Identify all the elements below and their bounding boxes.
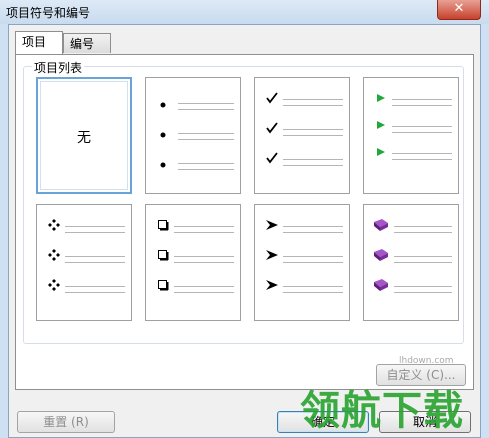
line-placeholder [392, 99, 452, 100]
arrowhead-bullet-icon [265, 248, 279, 262]
dot-bullet-icon [156, 98, 170, 112]
line-placeholder [174, 256, 234, 257]
line-placeholder [283, 135, 343, 136]
four-diamond-bullet-icon [47, 218, 61, 232]
line-placeholder [174, 262, 234, 263]
tab-numbering-label: 编号 [70, 37, 95, 51]
bullet-option-arrow[interactable] [254, 204, 350, 321]
watermark-url: lhdown.com [399, 356, 454, 366]
bullet-option-dot[interactable] [145, 77, 241, 194]
square-bullet-icon [156, 278, 170, 292]
line-placeholder [392, 159, 452, 160]
line-placeholder [283, 292, 343, 293]
square-bullet-icon [156, 218, 170, 232]
line-placeholder [178, 169, 234, 170]
reset-button-label: 重置 (R) [43, 415, 89, 429]
tab-panel: 项目列表 无 自定义 (C)... [15, 54, 474, 390]
reset-button[interactable]: 重置 (R) [17, 411, 115, 433]
line-placeholder [65, 256, 125, 257]
bullet-option-check[interactable] [254, 77, 350, 194]
line-placeholder [283, 159, 343, 160]
bullet-option-book[interactable] [363, 204, 459, 321]
line-placeholder [283, 99, 343, 100]
dot-bullet-icon [156, 128, 170, 142]
purple-book-bullet-icon [374, 218, 388, 232]
tab-bullets[interactable]: 项目 [15, 31, 63, 54]
line-placeholder [174, 232, 234, 233]
line-placeholder [394, 292, 452, 293]
line-placeholder [392, 105, 452, 106]
green-triangle-bullet-icon [374, 118, 388, 132]
green-triangle-bullet-icon [374, 145, 388, 159]
four-diamond-bullet-icon [47, 278, 61, 292]
check-bullet-icon [265, 121, 279, 135]
group-label: 项目列表 [32, 59, 85, 76]
arrowhead-bullet-icon [265, 278, 279, 292]
line-placeholder [178, 133, 234, 134]
watermark-brand: 领航下载 [300, 388, 464, 434]
tab-bullets-label: 项目 [22, 35, 47, 49]
bullet-list-group: 项目列表 无 [23, 59, 464, 344]
four-diamond-bullet-icon [47, 248, 61, 262]
line-placeholder [174, 226, 234, 227]
check-bullet-icon [265, 151, 279, 165]
line-placeholder [394, 232, 452, 233]
line-placeholder [174, 292, 234, 293]
line-placeholder [394, 256, 452, 257]
line-placeholder [392, 126, 452, 127]
purple-book-bullet-icon [374, 278, 388, 292]
close-icon: ✕ [453, 1, 465, 16]
none-label: 无 [77, 130, 91, 146]
line-placeholder [394, 226, 452, 227]
square-bullet-icon [156, 248, 170, 262]
line-placeholder [394, 286, 452, 287]
line-placeholder [65, 286, 125, 287]
line-placeholder [178, 109, 234, 110]
line-placeholder [283, 256, 343, 257]
dot-bullet-icon [156, 158, 170, 172]
line-placeholder [174, 286, 234, 287]
line-placeholder [65, 226, 125, 227]
window-title: 项目符号和编号 [6, 6, 91, 20]
line-placeholder [394, 262, 452, 263]
line-placeholder [283, 286, 343, 287]
line-placeholder [283, 129, 343, 130]
line-placeholder [178, 139, 234, 140]
line-placeholder [283, 226, 343, 227]
dialog-body: 项目 编号 项目列表 无 自定义 (C)... 重置 (R) 确定 取消 [8, 24, 481, 438]
bullet-option-square[interactable] [145, 204, 241, 321]
check-bullet-icon [265, 91, 279, 105]
close-button[interactable]: ✕ [437, 0, 481, 20]
line-placeholder [283, 165, 343, 166]
line-placeholder [65, 262, 125, 263]
line-placeholder [65, 292, 125, 293]
line-placeholder [65, 232, 125, 233]
line-placeholder [283, 262, 343, 263]
arrowhead-bullet-icon [265, 218, 279, 232]
bullet-option-diamond[interactable] [36, 204, 132, 321]
green-triangle-bullet-icon [374, 91, 388, 105]
line-placeholder [283, 105, 343, 106]
purple-book-bullet-icon [374, 248, 388, 262]
tab-numbering[interactable]: 编号 [63, 33, 111, 53]
line-placeholder [392, 132, 452, 133]
line-placeholder [178, 163, 234, 164]
bullet-option-triangle[interactable] [363, 77, 459, 194]
line-placeholder [178, 103, 234, 104]
line-placeholder [392, 153, 452, 154]
bullet-option-none[interactable]: 无 [36, 77, 132, 194]
line-placeholder [283, 232, 343, 233]
title-bar: 项目符号和编号 ✕ [0, 0, 489, 24]
